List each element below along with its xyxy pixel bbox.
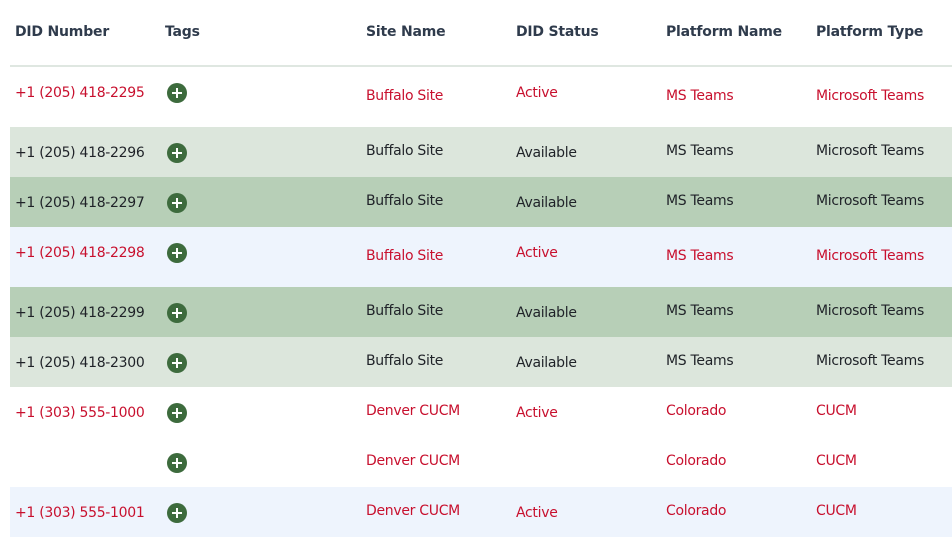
- platform-type-cell: Microsoft Teams: [816, 248, 924, 264]
- platform-name-cell: MS Teams: [666, 353, 734, 369]
- table-row[interactable]: +1 (205) 418-2298 Buffalo Site Active MS…: [10, 227, 952, 287]
- platform-name-cell: MS Teams: [666, 143, 734, 159]
- did-number-cell[interactable]: +1 (205) 418-2295: [15, 85, 145, 101]
- platform-type-cell: Microsoft Teams: [816, 353, 924, 369]
- column-header-tags[interactable]: Tags: [165, 24, 200, 40]
- add-tag-icon[interactable]: [167, 503, 187, 523]
- did-number-cell[interactable]: +1 (205) 418-2298: [15, 245, 145, 261]
- add-tag-icon[interactable]: [167, 303, 187, 323]
- did-number-cell[interactable]: +1 (205) 418-2300: [15, 355, 145, 371]
- platform-type-cell: Microsoft Teams: [816, 193, 924, 209]
- add-tag-icon[interactable]: [167, 403, 187, 423]
- did-status-cell: Active: [516, 85, 558, 101]
- platform-type-cell: Microsoft Teams: [816, 88, 924, 104]
- table-row[interactable]: +1 (205) 418-2296 Buffalo Site Available…: [10, 127, 952, 177]
- table-row[interactable]: Denver CUCM Colorado CUCM: [10, 437, 952, 487]
- did-status-cell: Available: [516, 355, 577, 371]
- did-number-cell[interactable]: +1 (303) 555-1000: [15, 405, 145, 421]
- column-header-did-number[interactable]: DID Number: [15, 24, 109, 40]
- platform-type-cell: CUCM: [816, 403, 857, 419]
- site-name-cell: Buffalo Site: [366, 143, 444, 159]
- table-row[interactable]: +1 (205) 418-2299 Buffalo Site Available…: [10, 287, 952, 337]
- did-number-cell[interactable]: +1 (205) 418-2299: [15, 305, 145, 321]
- platform-name-cell: Colorado: [666, 403, 727, 419]
- did-number-cell[interactable]: +1 (303) 555-1001: [15, 505, 145, 521]
- add-tag-icon[interactable]: [167, 143, 187, 163]
- column-header-platform-name[interactable]: Platform Name: [666, 24, 782, 40]
- did-status-cell: Active: [516, 245, 558, 261]
- site-name-cell: Buffalo Site: [366, 248, 444, 264]
- platform-name-cell: MS Teams: [666, 193, 734, 209]
- site-name-cell: Denver CUCM: [366, 403, 460, 419]
- platform-type-cell: Microsoft Teams: [816, 143, 924, 159]
- did-number-cell[interactable]: +1 (205) 418-2296: [15, 145, 145, 161]
- add-tag-icon[interactable]: [167, 243, 187, 263]
- did-status-cell: Active: [516, 405, 558, 421]
- platform-type-cell: Microsoft Teams: [816, 303, 924, 319]
- platform-type-cell: CUCM: [816, 503, 857, 519]
- site-name-cell: Buffalo Site: [366, 193, 444, 209]
- did-status-cell: Available: [516, 195, 577, 211]
- did-status-cell: Active: [516, 505, 558, 521]
- add-tag-icon[interactable]: [167, 353, 187, 373]
- table-row[interactable]: +1 (205) 418-2295 Buffalo Site Active MS…: [10, 67, 952, 127]
- site-name-cell: Buffalo Site: [366, 303, 444, 319]
- site-name-cell: Buffalo Site: [366, 88, 444, 104]
- did-table: DID Number Tags Site Name DID Status Pla…: [0, 0, 952, 539]
- site-name-cell: Buffalo Site: [366, 353, 444, 369]
- platform-type-cell: CUCM: [816, 453, 857, 469]
- add-tag-icon[interactable]: [167, 453, 187, 473]
- site-name-cell: Denver CUCM: [366, 503, 460, 519]
- add-tag-icon[interactable]: [167, 193, 187, 213]
- platform-name-cell: Colorado: [666, 503, 727, 519]
- table-body: +1 (205) 418-2295 Buffalo Site Active MS…: [10, 67, 952, 537]
- platform-name-cell: MS Teams: [666, 303, 734, 319]
- site-name-cell: Denver CUCM: [366, 453, 460, 469]
- column-header-platform-type[interactable]: Platform Type: [816, 24, 923, 40]
- platform-name-cell: MS Teams: [666, 248, 734, 264]
- column-header-site-name[interactable]: Site Name: [366, 24, 446, 40]
- platform-name-cell: Colorado: [666, 453, 727, 469]
- table-row[interactable]: +1 (303) 555-1000 Denver CUCM Active Col…: [10, 387, 952, 437]
- did-status-cell: Available: [516, 145, 577, 161]
- platform-name-cell: MS Teams: [666, 88, 734, 104]
- column-header-did-status[interactable]: DID Status: [516, 24, 599, 40]
- did-number-cell[interactable]: +1 (205) 418-2297: [15, 195, 145, 211]
- add-tag-icon[interactable]: [167, 83, 187, 103]
- table-row[interactable]: +1 (205) 418-2300 Buffalo Site Available…: [10, 337, 952, 387]
- table-row[interactable]: +1 (205) 418-2297 Buffalo Site Available…: [10, 177, 952, 227]
- did-status-cell: Available: [516, 305, 577, 321]
- table-row[interactable]: +1 (303) 555-1001 Denver CUCM Active Col…: [10, 487, 952, 537]
- table-header: DID Number Tags Site Name DID Status Pla…: [0, 0, 952, 66]
